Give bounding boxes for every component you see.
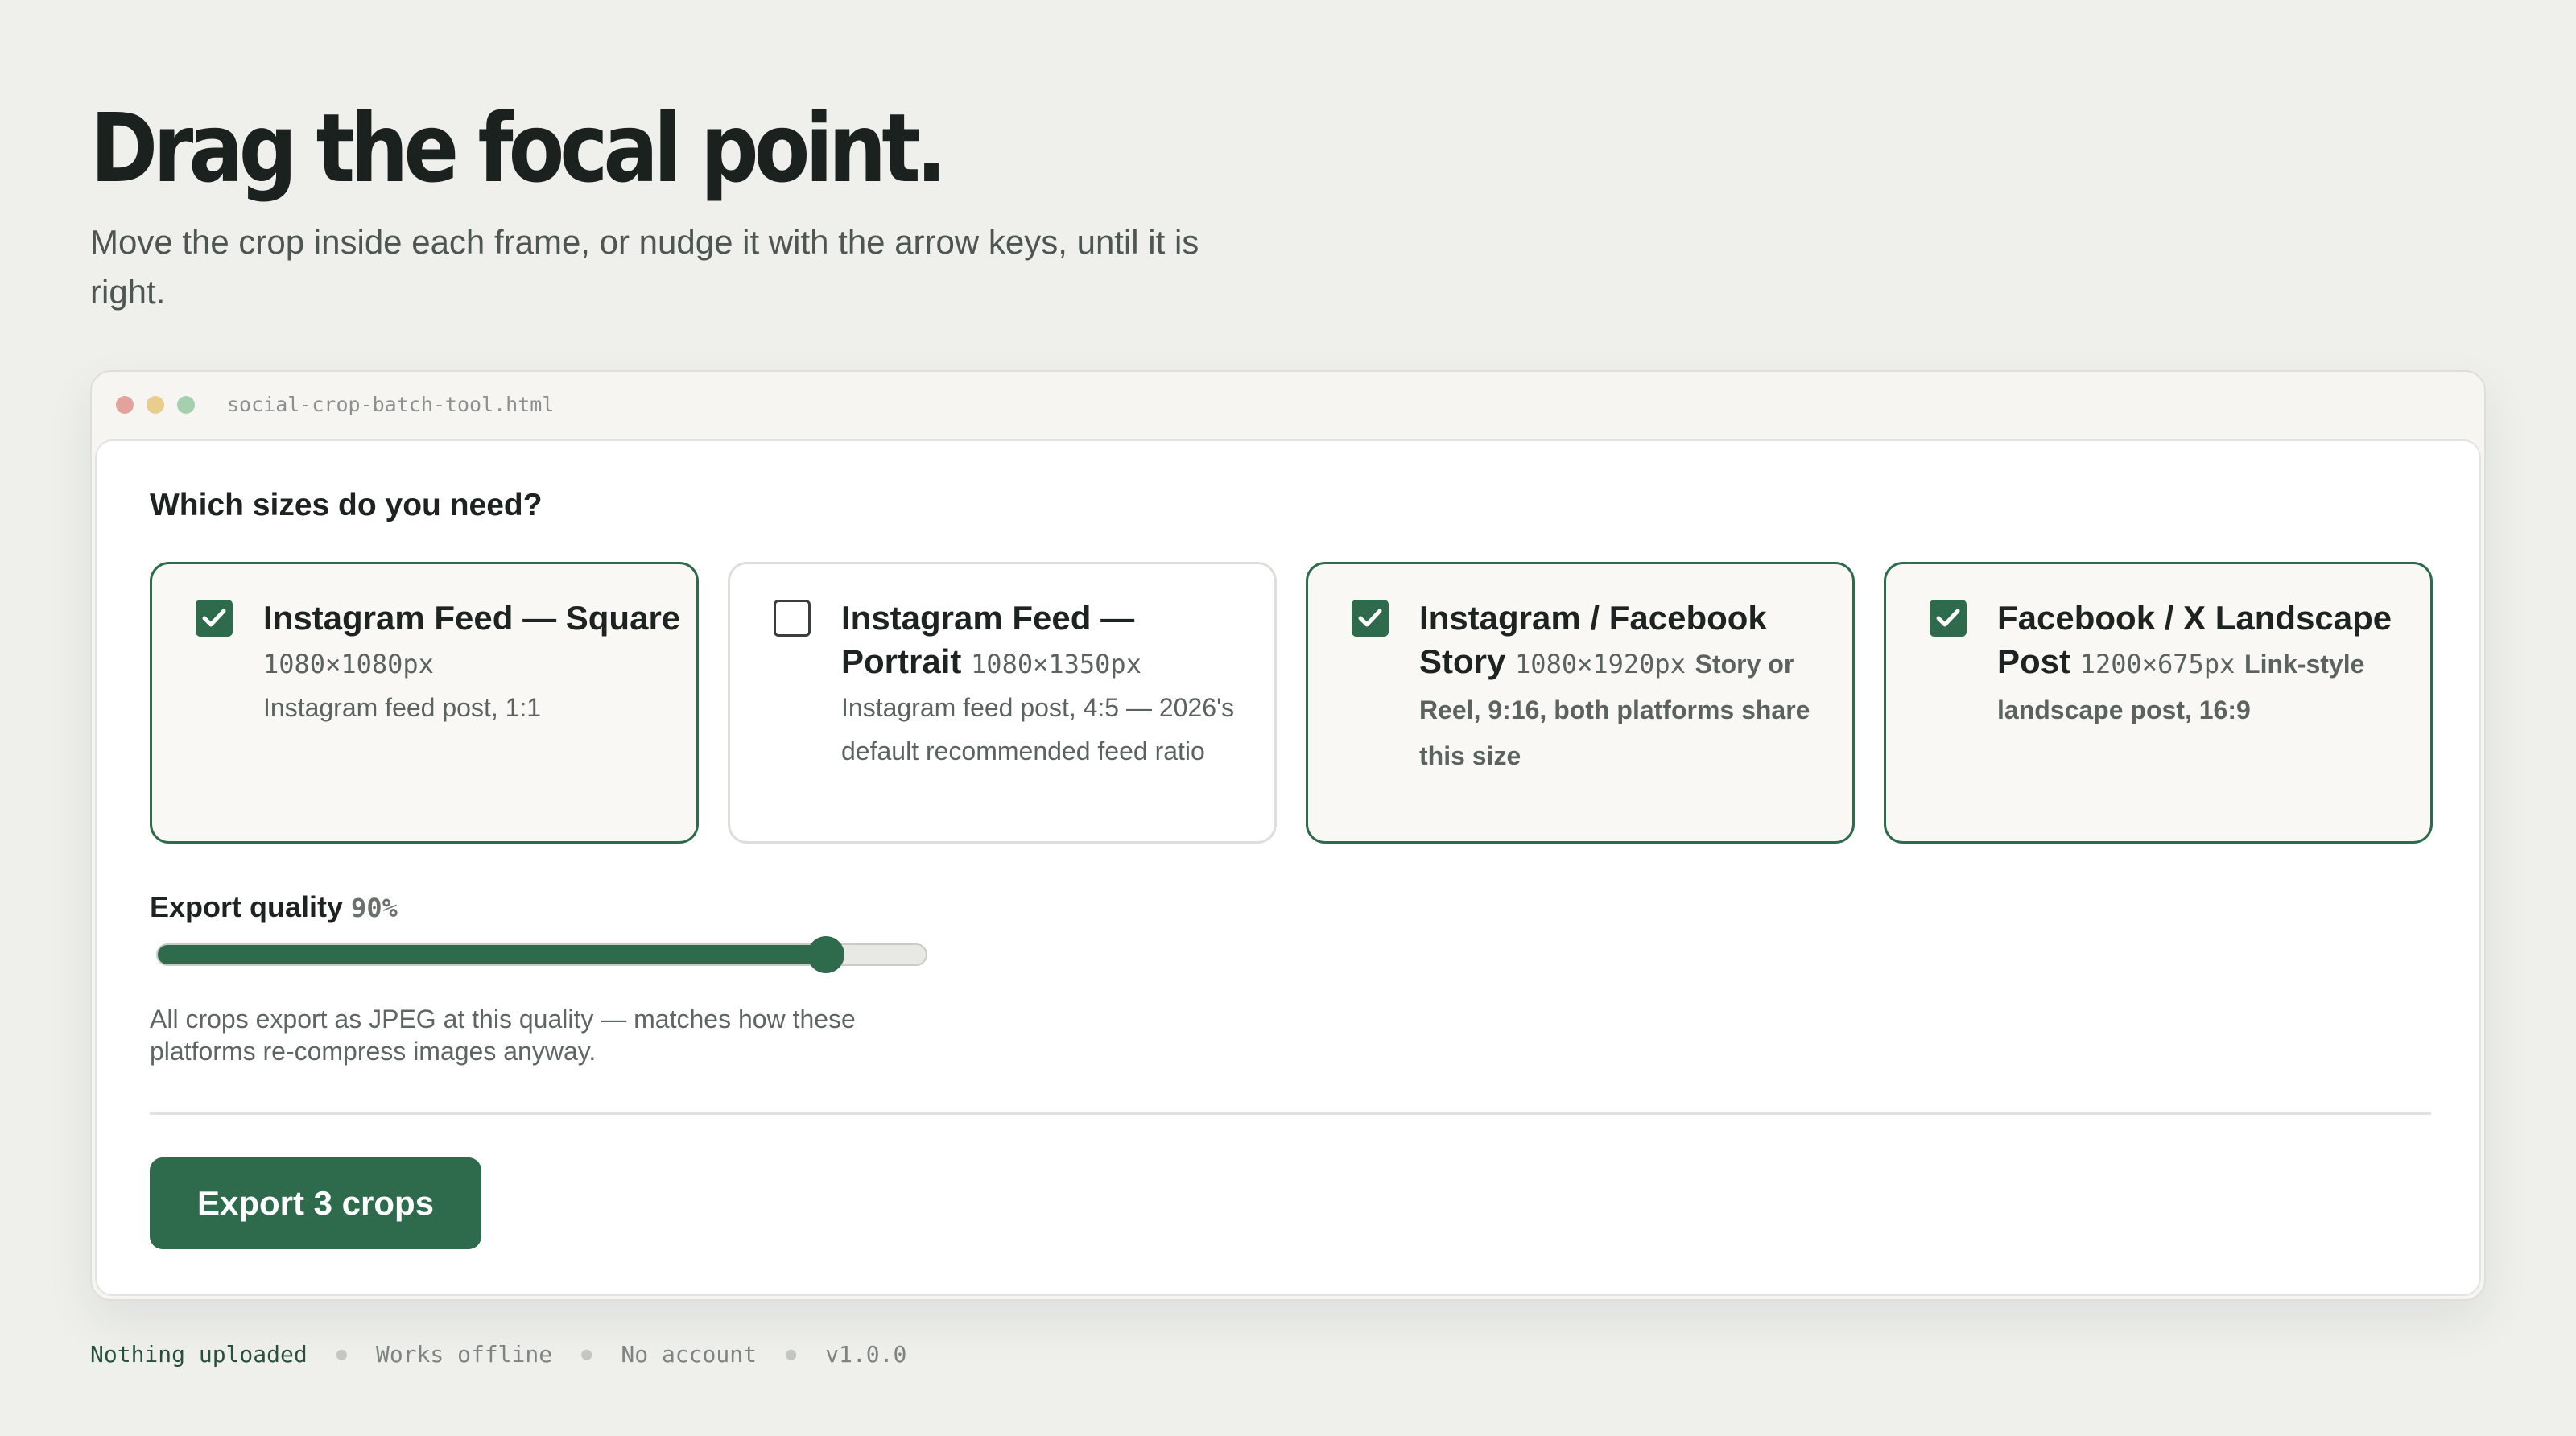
quality-slider[interactable] xyxy=(156,936,927,973)
size-card-landscape[interactable]: Facebook / X Landscape Post 1200×675px L… xyxy=(1884,562,2433,844)
size-card-description: Instagram feed post, 4:5 — 2026's defaul… xyxy=(841,693,1235,765)
size-card-body: Facebook / X Landscape Post 1200×675px L… xyxy=(1997,596,2416,732)
size-card-dimensions: 1080×1080px xyxy=(263,649,434,679)
size-card-title: Facebook / X Landscape Post 1200×675px L… xyxy=(1997,599,2392,724)
size-card-title: Instagram Feed — Square 1080×1080px xyxy=(263,599,681,679)
footer-separator-icon: ● xyxy=(785,1344,797,1364)
footer-item-privacy: Nothing uploaded xyxy=(90,1341,308,1368)
size-card-body: Instagram / Facebook Story 1080×1920px S… xyxy=(1419,596,1838,778)
size-card-story[interactable]: Instagram / Facebook Story 1080×1920px S… xyxy=(1306,562,1855,844)
close-dot-icon[interactable] xyxy=(116,396,134,414)
size-card-description: Instagram feed post, 1:1 xyxy=(263,693,542,722)
checkbox[interactable] xyxy=(1352,600,1389,637)
window-titlebar: social-crop-batch-tool.html xyxy=(92,372,2484,436)
footer-item-account: No account xyxy=(621,1341,757,1368)
size-card-dimensions: 1080×1920px xyxy=(1515,649,1686,679)
checkbox[interactable] xyxy=(196,600,233,637)
size-card-instagram-portrait[interactable]: Instagram Feed — Portrait 1080×1350px In… xyxy=(728,562,1277,844)
sizes-question: Which sizes do you need? xyxy=(150,488,543,522)
checkmark-icon xyxy=(1358,609,1382,627)
maximize-dot-icon[interactable] xyxy=(177,396,195,414)
page-title: Drag the focal point. xyxy=(90,93,947,204)
divider xyxy=(150,1112,2431,1115)
footer-item-version: v1.0.0 xyxy=(825,1341,907,1368)
size-card-body: Instagram Feed — Portrait 1080×1350px In… xyxy=(841,596,1260,773)
quality-slider-fill xyxy=(158,945,826,964)
checkmark-icon xyxy=(202,609,226,627)
checkmark-icon xyxy=(1936,609,1960,627)
minimize-dot-icon[interactable] xyxy=(147,396,164,414)
checkbox[interactable] xyxy=(1930,600,1967,637)
quality-value: 90% xyxy=(351,893,398,923)
quality-help-text: All crops export as JPEG at this quality… xyxy=(150,1005,856,1066)
checkbox[interactable] xyxy=(774,600,811,637)
size-card-body: Instagram Feed — Square 1080×1080px Inst… xyxy=(263,596,682,729)
footer-item-offline: Works offline xyxy=(375,1341,553,1368)
page-subtitle: Move the crop inside each frame, or nudg… xyxy=(90,223,1199,311)
export-button[interactable]: Export 3 crops xyxy=(150,1157,481,1249)
footer-separator-icon: ● xyxy=(581,1344,592,1364)
footer-status: Nothing uploaded ● Works offline ● No ac… xyxy=(90,1341,906,1368)
footer-separator-icon: ● xyxy=(336,1344,347,1364)
size-card-dimensions: 1200×675px xyxy=(2079,649,2235,679)
size-card-instagram-square[interactable]: Instagram Feed — Square 1080×1080px Inst… xyxy=(150,562,699,844)
window-filename: social-crop-batch-tool.html xyxy=(227,393,555,416)
browser-window: social-crop-batch-tool.html Which sizes … xyxy=(90,370,2486,1301)
size-card-dimensions: 1080×1350px xyxy=(971,649,1141,679)
size-card-title: Instagram Feed — Portrait 1080×1350px xyxy=(841,599,1141,680)
quality-slider-thumb[interactable] xyxy=(807,936,844,973)
quality-label: Export quality 90% xyxy=(150,890,398,923)
size-card-title: Instagram / Facebook Story 1080×1920px S… xyxy=(1419,599,1810,770)
tool-panel: Which sizes do you need? Instagram Feed … xyxy=(95,439,2481,1296)
